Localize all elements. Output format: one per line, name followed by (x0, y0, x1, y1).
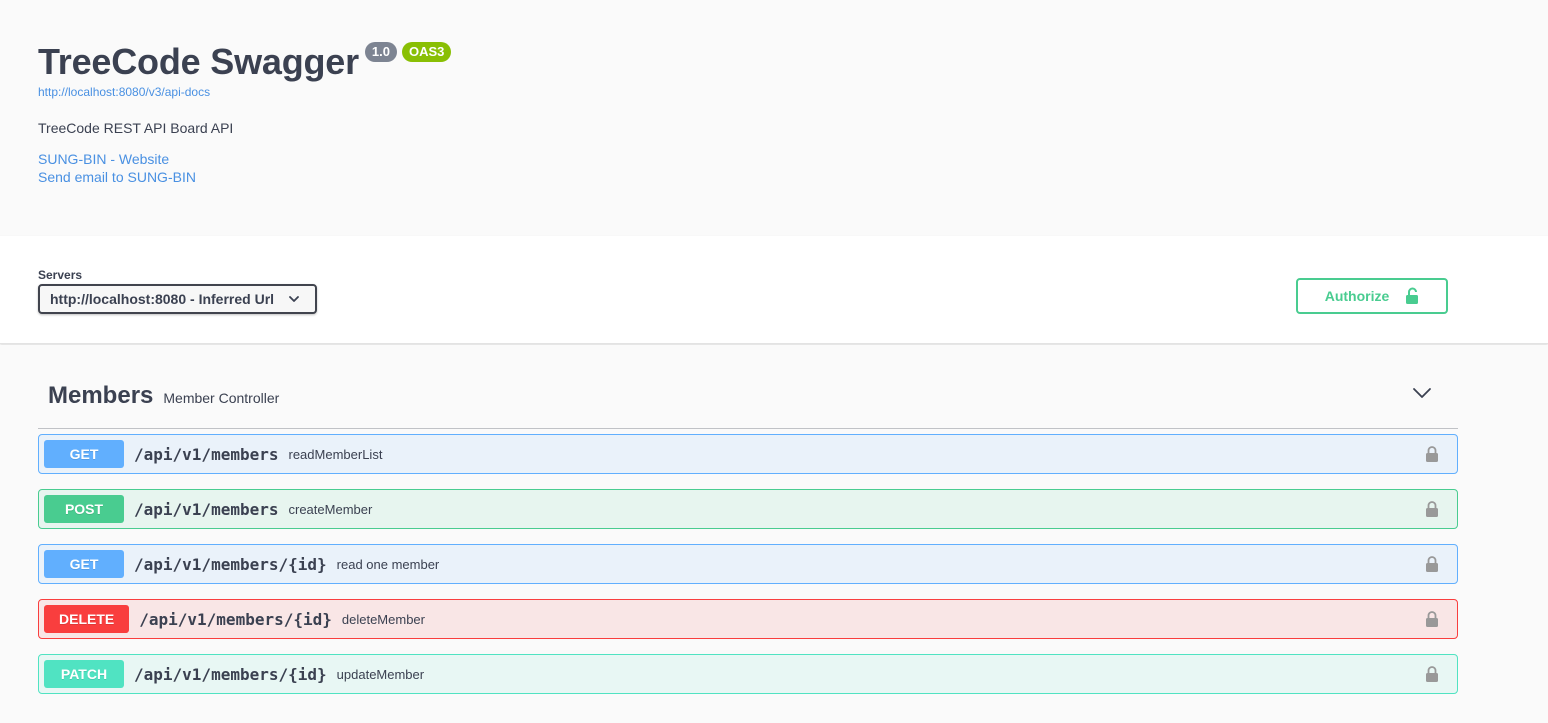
contact-website-link[interactable]: SUNG-BIN - Website (38, 151, 169, 167)
scheme-container: Servers http://localhost:8080 - Inferred… (0, 236, 1548, 344)
operation-path: /api/v1/members (134, 444, 279, 464)
operation-summary: deleteMember (341, 611, 425, 627)
title-row: TreeCode Swagger 1.0 OAS3 (38, 40, 452, 84)
operation-summary: readMemberList (288, 446, 383, 462)
operation-path: /api/v1/members/{id} (134, 664, 327, 684)
tag-name: Members (48, 382, 154, 409)
operation-summary: createMember (288, 501, 373, 517)
tag-description: Member Controller (163, 389, 280, 406)
tag-members-header[interactable]: Members Member Controller (38, 364, 1458, 429)
operation-summary: read one member (336, 556, 440, 572)
operation-path: /api/v1/members/{id} (134, 554, 327, 574)
authorize-label: Authorize (1324, 288, 1390, 304)
operation-get-member-by-id[interactable]: GET /api/v1/members/{id} read one member (38, 544, 1458, 584)
operation-path: /api/v1/members (134, 499, 279, 519)
chevron-down-icon[interactable] (1412, 386, 1432, 400)
selected-server: http://localhost:8080 - Inferred Url (50, 291, 275, 307)
lock-icon[interactable] (1425, 500, 1439, 518)
contact-email-link[interactable]: Send email to SUNG-BIN (38, 169, 196, 185)
operation-get-members[interactable]: GET /api/v1/members readMemberList (38, 434, 1458, 474)
lock-icon[interactable] (1425, 665, 1439, 683)
version-badge: 1.0 (364, 42, 397, 62)
lock-icon[interactable] (1425, 610, 1439, 628)
oas-badge: OAS3 (401, 42, 452, 62)
method-badge: PATCH (44, 660, 124, 688)
lock-icon[interactable] (1425, 555, 1439, 573)
method-badge: POST (44, 495, 124, 523)
servers-label: Servers (38, 268, 83, 282)
authorize-button[interactable]: Authorize (1296, 278, 1448, 314)
lock-open-icon (1406, 287, 1419, 304)
api-description: TreeCode REST API Board API (38, 120, 234, 136)
operation-patch-member[interactable]: PATCH /api/v1/members/{id} updateMember (38, 654, 1458, 694)
servers-select[interactable]: http://localhost:8080 - Inferred Url (38, 284, 317, 314)
api-docs-link[interactable]: http://localhost:8080/v3/api-docs (38, 85, 210, 99)
info-section: TreeCode Swagger 1.0 OAS3 http://localho… (0, 0, 1548, 236)
method-badge: DELETE (44, 605, 130, 633)
operation-path: /api/v1/members/{id} (139, 609, 332, 629)
method-badge: GET (44, 440, 124, 468)
operation-post-members[interactable]: POST /api/v1/members createMember (38, 489, 1458, 529)
method-badge: GET (44, 550, 124, 578)
page-title: TreeCode Swagger (38, 41, 359, 82)
chevron-down-icon (289, 296, 299, 302)
lock-icon[interactable] (1425, 445, 1439, 463)
operation-delete-member[interactable]: DELETE /api/v1/members/{id} deleteMember (38, 599, 1458, 639)
operation-summary: updateMember (336, 666, 425, 682)
